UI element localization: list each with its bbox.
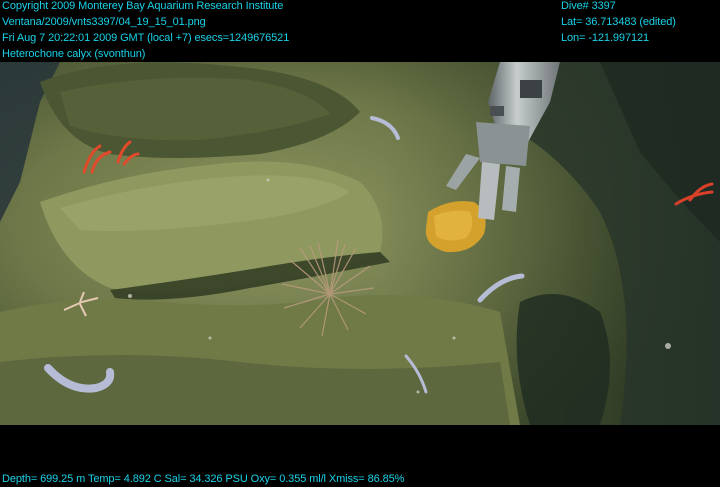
image-filename-text: Ventana/2009/vnts3397/04_19_15_01.png [2, 16, 206, 28]
sensor-readout-text: Depth= 699.25 m Temp= 4.892 C Sal= 34.32… [2, 473, 405, 485]
timestamp-text: Fri Aug 7 20:22:01 2009 GMT (local +7) e… [2, 32, 290, 44]
longitude-text: Lon= -121.997121 [561, 32, 650, 44]
seafloor-scene [0, 62, 720, 425]
species-label-text: Heterochone calyx (svonthun) [2, 48, 146, 60]
seafloor-photo [0, 62, 720, 425]
dive-number-text: Dive# 3397 [561, 0, 616, 12]
copyright-text: Copyright 2009 Monterey Bay Aquarium Res… [2, 0, 284, 12]
latitude-text: Lat= 36.713483 (edited) [561, 16, 676, 28]
